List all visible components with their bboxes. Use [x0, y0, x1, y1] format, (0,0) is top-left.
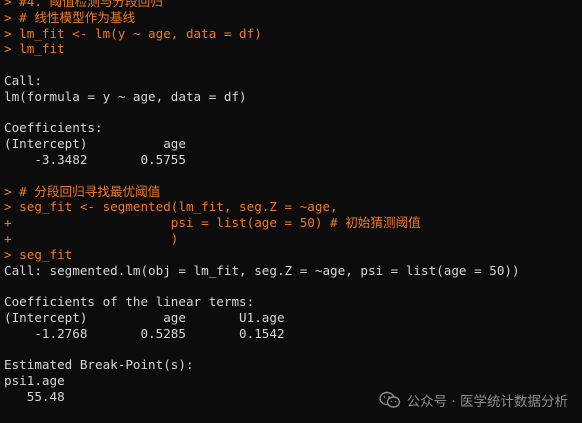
console-input-line: > seg_fit: [4, 246, 73, 262]
console-output-line: (Intercept) age: [4, 136, 186, 152]
console-input-line: > lm_fit <- lm(y ~ age, data = df): [4, 25, 262, 41]
console-input-line: > # 分段回归寻找最优阈值: [4, 183, 161, 199]
console-input-line: + psi = list(age = 50) # 初始猜测阈值: [4, 215, 421, 231]
console-output-line: (Intercept) age U1.age: [4, 309, 285, 325]
console-input-line: > #4. 阈值检测与分段回归: [4, 0, 163, 9]
console-input-line: + ): [4, 230, 179, 246]
console-output-line: -1.2768 0.5285 0.1542: [4, 325, 285, 341]
console-input-line: > seg_fit <- segmented(lm_fit, seg.Z = ~…: [4, 199, 338, 215]
console-output-line: Call: segmented.lm(obj = lm_fit, seg.Z =…: [4, 262, 520, 278]
wechat-icon: [378, 391, 400, 408]
watermark-text: 公众号 · 医学统计数据分析: [406, 394, 568, 410]
console-output-line: Coefficients:: [4, 120, 103, 136]
console-output-line: lm(formula = y ~ age, data = df): [4, 88, 247, 104]
watermark: 公众号 · 医学统计数据分析: [378, 390, 568, 410]
console-output-line: Estimated Break-Point(s):: [4, 357, 194, 373]
r-console[interactable]: > #4. 阈值检测与分段回归 > # 线性模型作为基线 > lm_fit <- l…: [4, 0, 582, 405]
console-input-line: > # 线性模型作为基线: [4, 9, 136, 25]
console-output-line: -3.3482 0.5755: [4, 151, 186, 167]
console-input-line: > lm_fit: [4, 41, 65, 57]
console-output-line: Call:: [4, 72, 42, 88]
console-output-line: psi1.age: [4, 373, 65, 389]
console-output-line: Coefficients of the linear terms:: [4, 294, 255, 310]
